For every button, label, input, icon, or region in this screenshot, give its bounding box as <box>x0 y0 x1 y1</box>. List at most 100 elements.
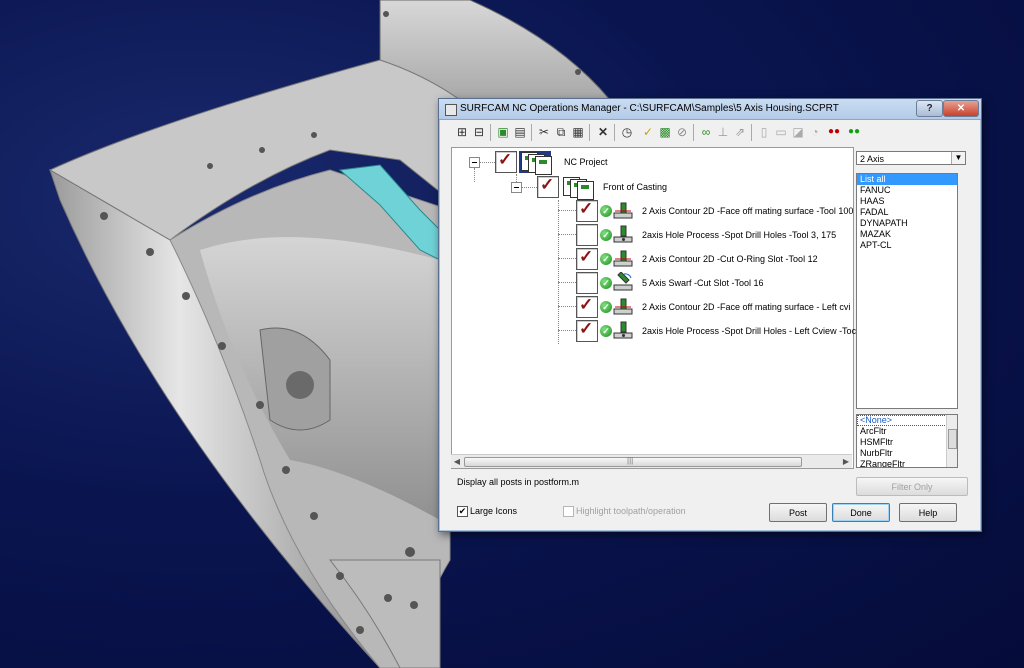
post-button[interactable]: Post <box>769 503 827 522</box>
app-icon <box>445 104 457 116</box>
operation-label: 2 Axis Contour 2D -Face off mating surfa… <box>642 206 854 216</box>
post-icon[interactable]: ⇗ <box>732 124 748 140</box>
scroll-thumb[interactable] <box>948 429 957 449</box>
large-icons-checkbox[interactable]: ✔ <box>457 506 468 517</box>
list-item[interactable]: MAZAK <box>857 229 957 240</box>
paste-icon[interactable]: ▦ <box>570 124 586 140</box>
list-item[interactable]: DYNAPATH <box>857 218 957 229</box>
group-folder-icon <box>561 176 594 200</box>
timer-icon[interactable]: ◷ <box>619 124 635 140</box>
list-item[interactable]: ArcFltr <box>857 426 957 437</box>
chevron-down-icon[interactable]: ▼ <box>951 152 965 164</box>
help-title-button[interactable]: ? <box>916 100 943 117</box>
disable-icon[interactable]: ⊘ <box>674 124 690 140</box>
operation-checkbox[interactable]: ✓ <box>576 319 598 342</box>
toolbar: ⊞ ⊟ ▣ ▤ ✂ ⧉ ▦ ✕ ◷ ✓ ▩ ⊘ ∞ ⊥ ⇗ ▯ ▭ ◪ ◔ ●●… <box>448 122 972 144</box>
check-mark-icon: ✓ <box>579 247 594 266</box>
collapse-group-toggle[interactable] <box>511 182 522 193</box>
root-checkbox[interactable]: ✓ <box>495 150 517 173</box>
list-item[interactable]: FADAL <box>857 207 957 218</box>
status-ok-icon: ✓ <box>600 301 612 313</box>
add-icon[interactable]: ⊞ <box>454 124 470 140</box>
scroll-right-icon[interactable]: ▶ <box>840 455 852 468</box>
filter-list[interactable]: <None> ArcFltr HSMFltr NurbFltr ZRangeFl… <box>856 414 958 468</box>
operation-row[interactable]: ✓ ✓ 2 Axis Contour 2D -Face off mating s… <box>558 199 854 222</box>
check-mark-icon: ✓ <box>579 319 594 338</box>
status-ok-icon: ✓ <box>600 205 612 217</box>
tool-icon[interactable]: ⊥ <box>715 124 731 140</box>
operation-row[interactable]: ✓ ✓ 2axis Hole Process -Spot Drill Holes… <box>558 319 857 342</box>
simulate-icon[interactable]: ◔ <box>807 124 823 140</box>
scroll-thumb[interactable]: ||| <box>464 456 802 467</box>
list-item[interactable]: ZRangeFltr <box>857 459 957 467</box>
operation-label: 2 Axis Contour 2D -Cut O-Ring Slot -Tool… <box>642 254 818 264</box>
axis-select-value: 2 Axis <box>860 154 885 164</box>
help-button[interactable]: Help <box>899 503 957 522</box>
operations-tree[interactable]: ✓ NC Project ✓ Front of Casting ✓ ✓ 2 Ax… <box>451 147 857 469</box>
hole-process-icon <box>613 321 633 339</box>
list-item[interactable]: NurbFltr <box>857 448 957 459</box>
filter-only-button[interactable]: Filter Only <box>856 477 968 496</box>
axis-select[interactable]: 2 Axis ▼ <box>856 151 966 165</box>
highlight-toolpath-label: Highlight toolpath/operation <box>576 506 686 516</box>
list-item[interactable]: FANUC <box>857 185 957 196</box>
check-mark-icon: ✓ <box>498 150 513 169</box>
status-ok-icon: ✓ <box>600 253 612 265</box>
check-mark-icon: ✓ <box>579 199 594 218</box>
machine-list[interactable]: List all FANUC HAAS FADAL DYNAPATH MAZAK… <box>856 173 958 409</box>
status-ok-icon: ✓ <box>600 325 612 337</box>
glasses-icon[interactable]: ∞ <box>698 124 714 140</box>
operation-label: 2 Axis Contour 2D -Face off mating surfa… <box>642 302 851 312</box>
operation-checkbox[interactable] <box>576 224 598 246</box>
operation-checkbox[interactable]: ✓ <box>576 247 598 270</box>
status-ok-icon: ✓ <box>600 277 612 289</box>
root-node-label[interactable]: NC Project <box>564 157 608 167</box>
check-mark-icon: ✓ <box>579 295 594 314</box>
done-button[interactable]: Done <box>832 503 890 522</box>
list-item[interactable]: <None> <box>857 415 957 426</box>
window-title: SURFCAM NC Operations Manager - C:\SURFC… <box>460 103 839 114</box>
check-edit-icon[interactable]: ✓ <box>640 124 656 140</box>
page-icon[interactable]: ▯ <box>756 124 772 140</box>
red-dots-icon[interactable]: ●● <box>826 124 842 140</box>
page-edit-icon[interactable]: ▭ <box>773 124 789 140</box>
title-bar[interactable]: SURFCAM NC Operations Manager - C:\SURFC… <box>439 99 981 120</box>
check-mark-icon: ✓ <box>540 175 555 194</box>
operation-label: 5 Axis Swarf -Cut Slot -Tool 16 <box>642 278 764 288</box>
green-dots-icon[interactable]: ●● <box>846 124 862 140</box>
contour-2d-icon <box>613 250 633 267</box>
operation-label: 2axis Hole Process -Spot Drill Holes - L… <box>642 326 857 336</box>
operation-checkbox[interactable]: ✓ <box>576 295 598 318</box>
regenerate-icon[interactable]: ▩ <box>657 124 673 140</box>
group-node-label[interactable]: Front of Casting <box>603 182 667 192</box>
collapse-root-toggle[interactable] <box>469 157 480 168</box>
contour-2d-icon <box>613 202 633 219</box>
highlight-toolpath-checkbox[interactable] <box>563 506 574 517</box>
delete-icon[interactable]: ✕ <box>595 124 611 140</box>
copy-icon[interactable]: ⧉ <box>553 124 569 140</box>
close-button[interactable]: ✕ <box>943 100 979 117</box>
group-checkbox[interactable]: ✓ <box>537 175 559 198</box>
operation-row[interactable]: ✓ 2axis Hole Process -Spot Drill Holes -… <box>558 224 853 246</box>
remove-icon[interactable]: ⊟ <box>471 124 487 140</box>
status-ok-icon: ✓ <box>600 229 612 241</box>
operation-row[interactable]: ✓ 5 Axis Swarf -Cut Slot -Tool 16 <box>558 272 853 294</box>
large-icons-label: Large Icons <box>470 506 518 516</box>
list-item[interactable]: HAAS <box>857 196 957 207</box>
toolpath-icon[interactable]: ◪ <box>790 124 806 140</box>
list-item[interactable]: HSMFltr <box>857 437 957 448</box>
paste-ops-icon[interactable]: ▤ <box>512 124 528 140</box>
nc-operations-manager-dialog: SURFCAM NC Operations Manager - C:\SURFC… <box>438 98 982 532</box>
filter-list-scrollbar[interactable] <box>946 415 957 467</box>
operation-row[interactable]: ✓ ✓ 2 Axis Contour 2D -Face off mating s… <box>558 295 853 318</box>
operation-checkbox[interactable] <box>576 272 598 294</box>
list-item[interactable]: APT-CL <box>857 240 957 251</box>
swarf-5axis-icon <box>613 272 633 291</box>
operation-checkbox[interactable]: ✓ <box>576 199 598 222</box>
scroll-left-icon[interactable]: ◀ <box>451 455 463 468</box>
operation-row[interactable]: ✓ ✓ 2 Axis Contour 2D -Cut O-Ring Slot -… <box>558 247 853 270</box>
list-item[interactable]: List all <box>857 174 957 185</box>
cut-icon[interactable]: ✂ <box>536 124 552 140</box>
copy-ops-icon[interactable]: ▣ <box>495 124 511 140</box>
tree-horizontal-scrollbar[interactable]: ◀ ||| ▶ <box>451 454 852 468</box>
